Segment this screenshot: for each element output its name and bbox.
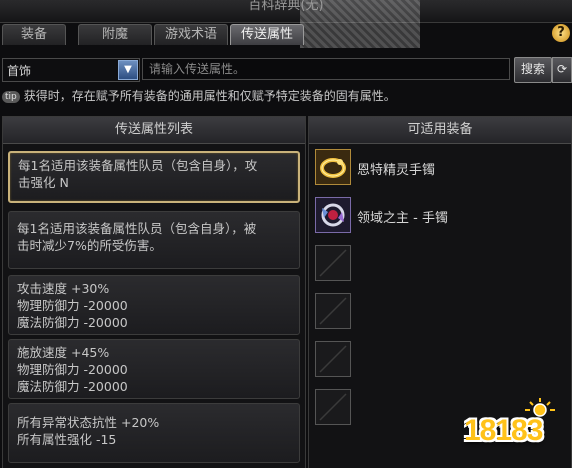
tab-equipment[interactable]: 装备 [2,24,66,45]
attribute-line: 击时减少7%的所受伤害。 [17,238,162,253]
gold-bracelet-icon [315,149,351,185]
refresh-icon[interactable]: ⟳ [552,57,572,83]
tab-transfer-attributes[interactable]: 传送属性 [230,24,304,45]
empty-slot-icon [315,245,351,281]
attribute-line: 攻击速度 +30% [17,281,110,296]
window-title: 百科辞典(无) [248,0,324,13]
attribute-line: 魔法防御力 -20000 [17,315,128,330]
empty-slot-icon [315,293,351,329]
equipment-row-1[interactable]: 恩特精灵手镯 [309,147,571,191]
attribute-line: 物理防御力 -20000 [17,298,128,313]
question-icon[interactable]: ? [552,24,570,42]
attribute-item-5[interactable]: 所有异常状态抗性 +20% 所有属性强化 -15 [8,403,300,463]
attribute-item-4[interactable]: 施放速度 +45% 物理防御力 -20000 魔法防御力 -20000 [8,339,300,399]
equipment-row-2[interactable]: 领域之主 - 手镯 [309,195,571,239]
category-dropdown[interactable]: 首饰 ▼ [2,58,140,82]
chevron-down-icon[interactable]: ▼ [118,60,138,80]
watermark-text: 18183 [464,414,543,447]
attribute-line: 每1名适用该装备属性队员（包含自身），攻 [18,158,258,173]
attribute-line: 所有异常状态抗性 +20% [17,415,160,430]
attribute-item-3[interactable]: 攻击速度 +30% 物理防御力 -20000 魔法防御力 -20000 [8,275,300,335]
search-button[interactable]: 搜索 [514,57,552,83]
attribute-line: 击强化 N [18,175,69,190]
applicable-equipment-header: 可适用装备 [309,117,571,144]
attribute-list-panel: 传送属性列表 每1名适用该装备属性队员（包含自身），攻 击强化 N 每1名适用该… [2,116,306,468]
tip-badge: tip [2,91,20,103]
tab-game-terms[interactable]: 游戏术语 [154,24,228,45]
equipment-name: 领域之主 - 手镯 [357,211,448,226]
tip-text: 获得时，存在赋予所有装备的通用属性和仅赋予特定装备的固有属性。 [23,89,396,103]
watermark-logo: 18183 [464,396,568,464]
window-titlebar: 百科辞典(无) [0,0,572,48]
empty-slot-icon [315,389,351,425]
domain-bracelet-icon [315,197,351,233]
equipment-row-4 [309,291,571,335]
empty-slot-icon [315,341,351,377]
attribute-line: 每1名适用该装备属性队员（包含自身），被 [17,221,257,236]
search-input[interactable]: 请输入传送属性。 [142,58,510,80]
attribute-line: 施放速度 +45% [17,345,110,360]
attribute-line: 物理防御力 -20000 [17,362,128,377]
tab-enchant[interactable]: 附魔 [78,24,152,45]
attribute-line: 魔法防御力 -20000 [17,379,128,394]
attribute-line: 所有属性强化 -15 [17,432,117,447]
equipment-name: 恩特精灵手镯 [357,163,436,178]
category-value: 首饰 [7,64,32,78]
tip-line: tip 获得时，存在赋予所有装备的通用属性和仅赋予特定装备的固有属性。 [2,87,568,105]
equipment-row-3 [309,243,571,287]
equipment-row-5 [309,339,571,383]
attribute-item-2[interactable]: 每1名适用该装备属性队员（包含自身），被 击时减少7%的所受伤害。 [8,211,300,269]
attribute-list-header: 传送属性列表 [3,117,305,144]
attribute-item-1[interactable]: 每1名适用该装备属性队员（包含自身），攻 击强化 N [8,151,300,203]
